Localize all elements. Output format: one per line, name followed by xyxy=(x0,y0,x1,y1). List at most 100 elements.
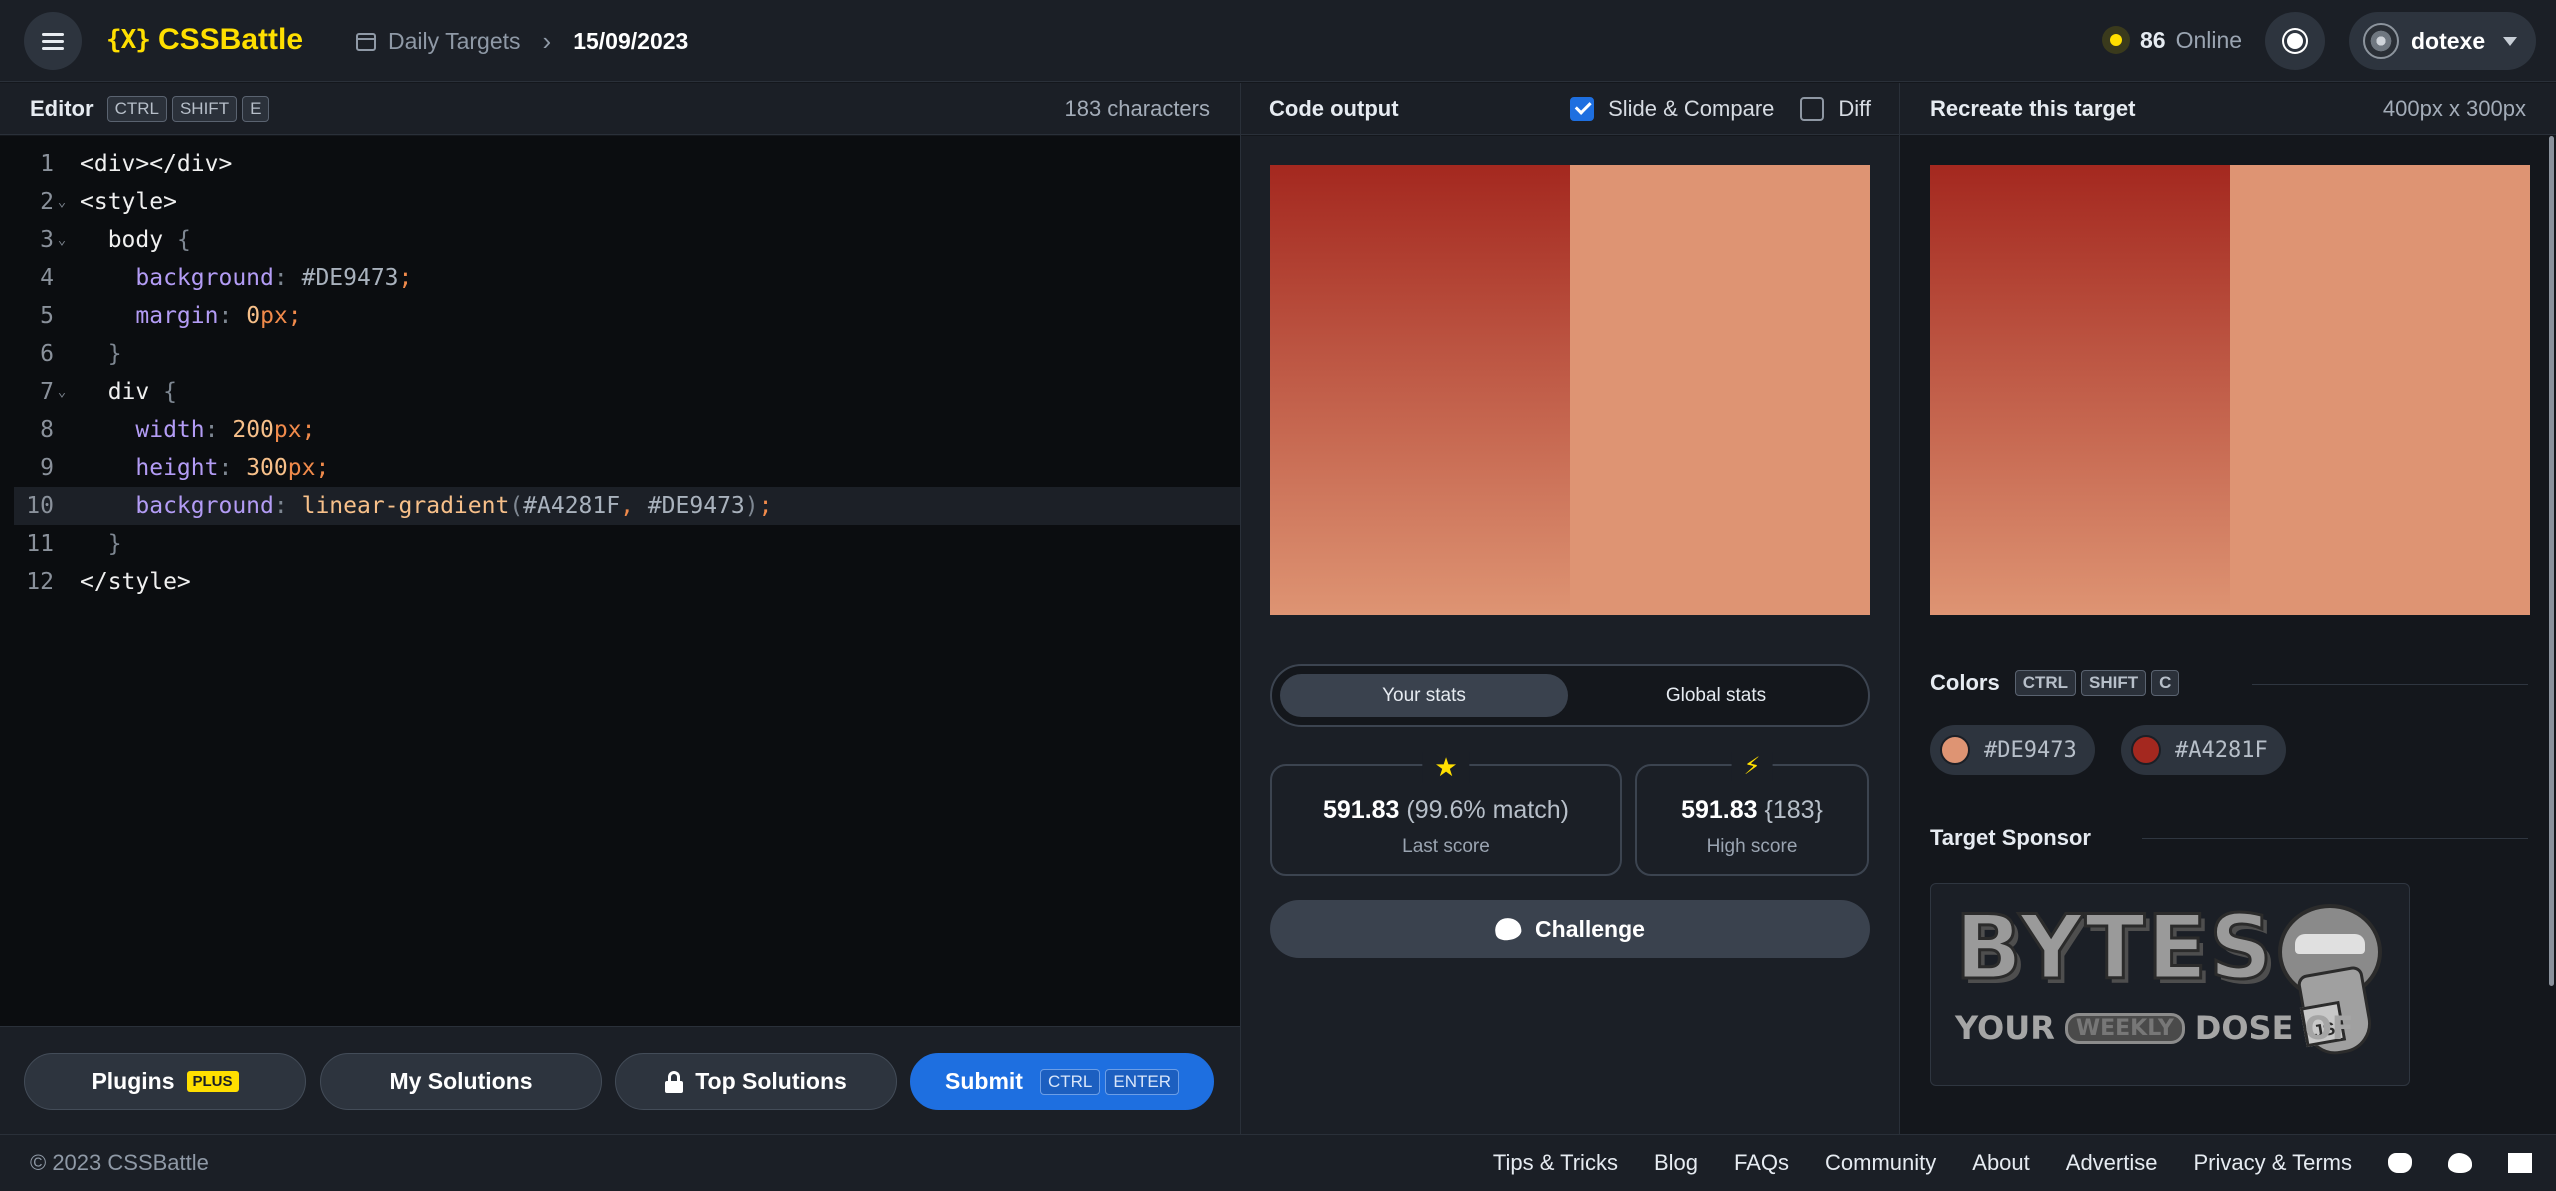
section-divider xyxy=(2252,684,2528,685)
code-token: div xyxy=(107,379,150,405)
twitter-icon xyxy=(1493,915,1523,943)
theme-toggle-button[interactable] xyxy=(2265,12,2325,70)
twitter-icon[interactable] xyxy=(2448,1153,2472,1173)
code-token: linear-gradient xyxy=(301,493,510,519)
breadcrumb: Daily Targets › 15/09/2023 xyxy=(356,26,688,57)
challenge-button[interactable]: Challenge xyxy=(1270,900,1870,958)
chevron-right-icon: › xyxy=(542,26,552,56)
kbd-key: E xyxy=(242,95,270,122)
calendar-icon xyxy=(356,32,376,51)
plus-badge: PLUS xyxy=(186,1071,239,1092)
code-output-canvas[interactable] xyxy=(1270,165,1870,615)
code-line[interactable]: 8 width: 200px; xyxy=(14,411,1240,449)
fold-icon[interactable]: ⌄ xyxy=(54,221,70,259)
target-header: Recreate this target 400px x 300px xyxy=(1900,83,2556,135)
top-header: {X} CSSBattle Daily Targets › 15/09/2023… xyxy=(0,0,2556,82)
mail-icon[interactable] xyxy=(2508,1153,2532,1173)
online-dot-icon xyxy=(2102,26,2130,54)
footer-link-blog[interactable]: Blog xyxy=(1654,1150,1698,1176)
plugins-button[interactable]: Plugins PLUS xyxy=(24,1053,306,1110)
code-line[interactable]: 12 </style> xyxy=(14,563,1240,601)
code-line[interactable]: 3 ⌄ body { xyxy=(14,221,1240,259)
submit-button[interactable]: Submit CTRL ENTER xyxy=(910,1053,1214,1110)
line-number: 12 xyxy=(26,569,54,595)
target-image[interactable] xyxy=(1930,165,2530,615)
color-hex: #DE9473 xyxy=(1984,737,2077,763)
code-line[interactable]: 9 height: 300px; xyxy=(14,449,1240,487)
code-line[interactable]: 5 margin: 0px; xyxy=(14,297,1240,335)
diff-checkbox[interactable]: Diff xyxy=(1800,96,1871,122)
caret-down-icon xyxy=(2503,36,2518,46)
editor-shortcut: CTRL SHIFT E xyxy=(102,95,270,122)
top-solutions-button[interactable]: Top Solutions xyxy=(615,1053,897,1110)
sponsor-banner[interactable]: BYTES JS YOUR WEEKLY DOSE OF xyxy=(1930,883,2410,1086)
target-background xyxy=(2230,165,2530,615)
line-number: 6 xyxy=(40,341,54,367)
user-menu-button[interactable]: dotexe xyxy=(2349,12,2536,70)
color-swatch xyxy=(2131,735,2161,765)
footer-link-privacy[interactable]: Privacy & Terms xyxy=(2193,1150,2352,1176)
breadcrumb-daily-targets[interactable]: Daily Targets xyxy=(388,28,521,55)
code-line-active[interactable]: 10 background: linear-gradient(#A4281F, … xyxy=(14,487,1240,525)
kbd-key: CTRL xyxy=(106,95,167,122)
code-token: background xyxy=(135,265,274,291)
color-hex: #A4281F xyxy=(2175,737,2268,763)
stats-tab-toggle: Your stats Global stats xyxy=(1270,664,1870,727)
footer-link-tips[interactable]: Tips & Tricks xyxy=(1493,1150,1618,1176)
colors-title: Colors xyxy=(1930,670,2000,695)
code-token: <style> xyxy=(80,189,177,215)
discord-icon[interactable] xyxy=(2388,1153,2412,1173)
kbd-key: C xyxy=(2151,670,2180,696)
code-token: height xyxy=(135,455,219,481)
code-line[interactable]: 4 background: #DE9473; xyxy=(14,259,1240,297)
editor-header: Editor CTRL SHIFT E 183 characters xyxy=(0,83,1240,135)
my-solutions-button[interactable]: My Solutions xyxy=(320,1053,602,1110)
code-line[interactable]: 1 <div></div> xyxy=(14,145,1240,183)
line-number: 4 xyxy=(40,265,54,291)
code-editor[interactable]: 1 <div></div> 2 ⌄ <style> 3 ⌄ body { 4 backg… xyxy=(0,136,1240,1026)
footer-link-about[interactable]: About xyxy=(1972,1150,2030,1176)
slide-compare-checkbox[interactable]: Slide & Compare xyxy=(1570,96,1774,122)
target-size: 400px x 300px xyxy=(2382,95,2526,121)
kbd-key: SHIFT xyxy=(2081,670,2147,696)
code-token: #DE9473 xyxy=(301,265,399,291)
avatar xyxy=(2363,23,2399,59)
sponsor-title: Target Sponsor xyxy=(1930,825,2091,850)
color-chip-red[interactable]: #A4281F xyxy=(2121,725,2286,775)
sponsor-section-title: Target Sponsor xyxy=(1930,825,2091,851)
code-line[interactable]: 11 } xyxy=(14,525,1240,563)
code-line[interactable]: 6 } xyxy=(14,335,1240,373)
color-swatch xyxy=(1940,735,1970,765)
menu-button[interactable] xyxy=(24,12,82,70)
code-line[interactable]: 2 ⌄ <style> xyxy=(14,183,1240,221)
kbd-key: ENTER xyxy=(1105,1068,1179,1095)
fold-icon[interactable]: ⌄ xyxy=(54,183,70,221)
code-token: px xyxy=(260,303,288,329)
top-solutions-label: Top Solutions xyxy=(695,1068,847,1094)
code-line[interactable]: 7 ⌄ div { xyxy=(14,373,1240,411)
lightning-icon: ⚡ xyxy=(1731,752,1773,781)
line-number: 7 xyxy=(40,379,54,405)
last-score-value: 591.83 xyxy=(1323,796,1400,824)
scrollbar[interactable] xyxy=(2549,136,2554,986)
submit-label: Submit xyxy=(945,1068,1023,1094)
code-token: 200 xyxy=(232,417,274,443)
footer-link-community[interactable]: Community xyxy=(1825,1150,1936,1176)
line-number: 2 xyxy=(40,189,54,215)
footer-link-advertise[interactable]: Advertise xyxy=(2066,1150,2158,1176)
code-token: 300 xyxy=(246,455,288,481)
submit-shortcut: CTRL ENTER xyxy=(1035,1068,1179,1095)
tab-your-stats[interactable]: Your stats xyxy=(1280,674,1568,717)
kbd-key: SHIFT xyxy=(171,95,238,122)
color-chip-salmon[interactable]: #DE9473 xyxy=(1930,725,2095,775)
output-gradient-div xyxy=(1270,165,1570,615)
line-number: 8 xyxy=(40,417,54,443)
footer-links: Tips & Tricks Blog FAQs Community About … xyxy=(1493,1150,2532,1176)
footer-link-faqs[interactable]: FAQs xyxy=(1734,1150,1789,1176)
tab-global-stats[interactable]: Global stats xyxy=(1572,674,1860,717)
fold-icon[interactable]: ⌄ xyxy=(54,373,70,411)
sponsor-tagline-part: DOSE OF xyxy=(2194,1009,2354,1047)
logo[interactable]: {X} CSSBattle xyxy=(106,20,303,60)
online-count: 86 xyxy=(2140,26,2166,53)
code-token: </style> xyxy=(80,569,191,595)
